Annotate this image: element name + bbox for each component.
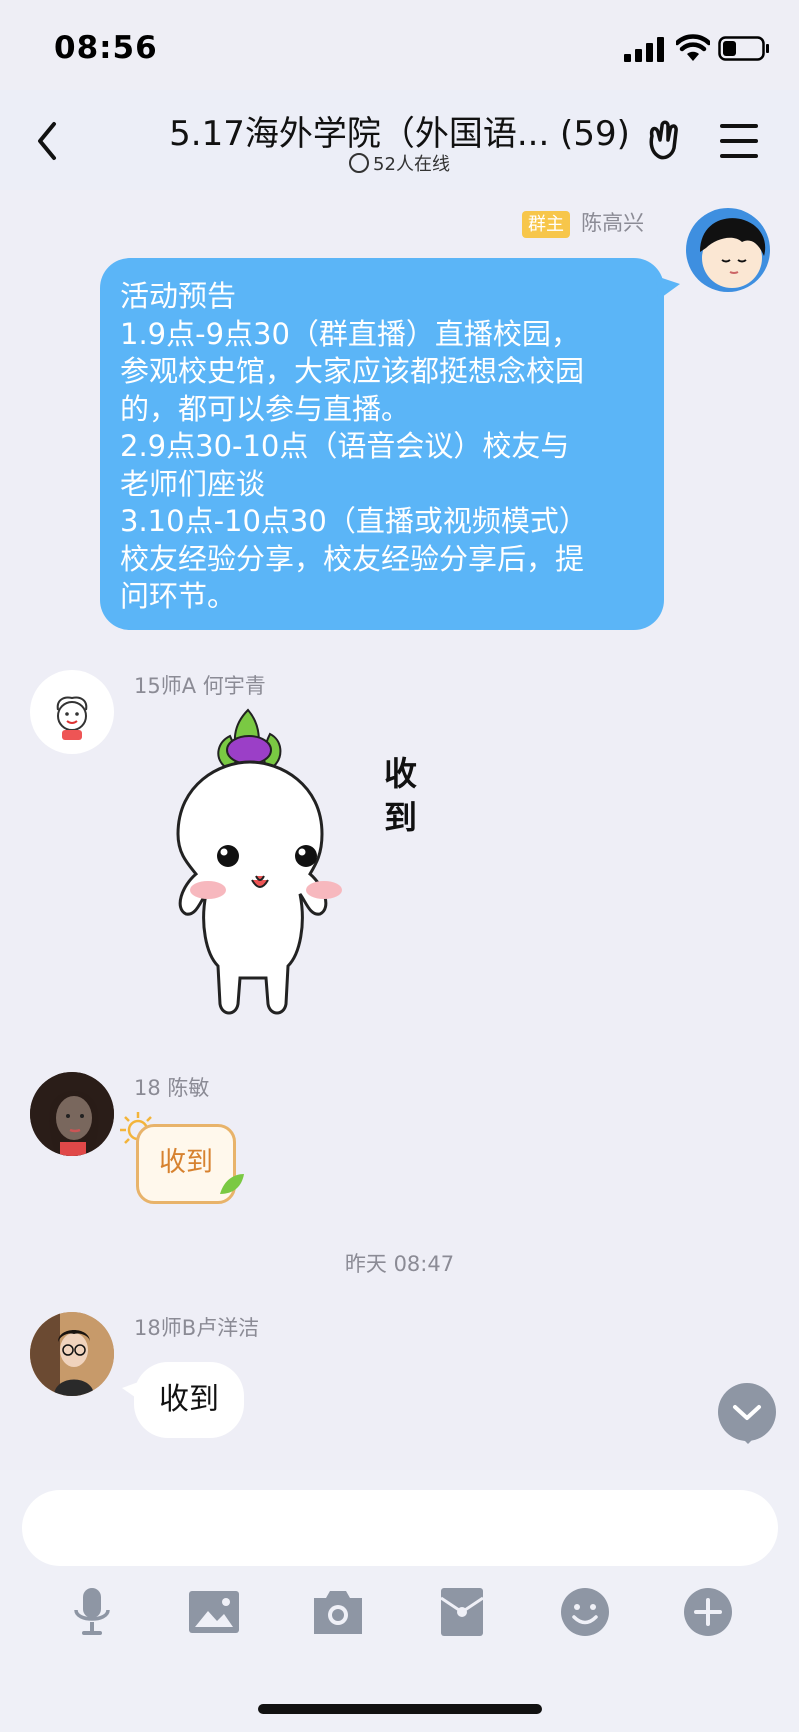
message-line: 3.10点-10点30（直播或视频模式） bbox=[120, 504, 588, 538]
message-line: 参观校史馆，大家应该都挺想念校园 bbox=[120, 354, 585, 388]
message-line: 校友经验分享，校友经验分享后，提 bbox=[120, 541, 585, 576]
fab-tail bbox=[740, 1436, 756, 1444]
message-line: 2.9点30-10点（语音会议）校友与 bbox=[120, 429, 570, 463]
wifi-icon bbox=[676, 34, 710, 61]
message-line: 问环节。 bbox=[120, 579, 237, 613]
chevron-down-icon bbox=[733, 1405, 761, 1420]
status-time: 08:56 bbox=[54, 30, 158, 66]
owner-badge: 群主 bbox=[522, 211, 570, 238]
bubble-tail bbox=[122, 1380, 144, 1402]
avatar[interactable] bbox=[686, 208, 770, 292]
sender-name: 15师A 何宇青 bbox=[134, 674, 266, 698]
timestamp: 昨天 08:47 bbox=[344, 1252, 455, 1276]
scroll-to-bottom-button[interactable] bbox=[718, 1383, 776, 1441]
leaf-icon bbox=[220, 1174, 244, 1194]
message-line: 活动预告 bbox=[120, 279, 237, 313]
radish-sticker-icon[interactable] bbox=[160, 704, 380, 1020]
message-bubble[interactable]: 活动预告 1.9点-9点30（群直播）直播校园， 参观校史馆，大家应该都挺想念校… bbox=[100, 258, 664, 630]
sender-name: 18 陈敏 bbox=[134, 1076, 210, 1100]
image-icon[interactable] bbox=[186, 1584, 242, 1640]
camera-icon[interactable] bbox=[310, 1584, 366, 1640]
message-bubble[interactable]: 收到 bbox=[134, 1362, 244, 1438]
bubble-tail bbox=[656, 276, 680, 300]
sender-label: 群主 陈高兴 bbox=[522, 207, 645, 238]
message-line: 的，都可以参与直播。 bbox=[120, 391, 411, 426]
sender-name: 18师B卢洋洁 bbox=[134, 1316, 260, 1340]
home-indicator[interactable] bbox=[258, 1704, 542, 1714]
avatar[interactable] bbox=[30, 1312, 114, 1396]
battery-icon bbox=[718, 36, 769, 61]
menu-icon[interactable] bbox=[720, 124, 760, 158]
avatar[interactable] bbox=[30, 670, 114, 754]
avatar[interactable] bbox=[30, 1072, 114, 1156]
online-indicator-icon bbox=[349, 153, 370, 173]
sticker-caption: 收到 bbox=[384, 754, 417, 837]
emoji-icon[interactable] bbox=[557, 1584, 613, 1640]
message-line: 1.9点-9点30（群直播）直播校园， bbox=[120, 316, 580, 351]
microphone-icon[interactable] bbox=[64, 1584, 120, 1640]
rock-hand-icon[interactable] bbox=[644, 118, 688, 162]
red-packet-icon[interactable] bbox=[434, 1584, 490, 1640]
received-sticker[interactable]: 收到 bbox=[118, 1110, 248, 1210]
sender-name: 陈高兴 bbox=[581, 211, 645, 235]
message-line: 老师们座谈 bbox=[120, 466, 266, 501]
plus-icon[interactable] bbox=[680, 1584, 736, 1640]
cellular-signal-icon bbox=[624, 37, 664, 62]
message-input[interactable] bbox=[22, 1490, 778, 1566]
